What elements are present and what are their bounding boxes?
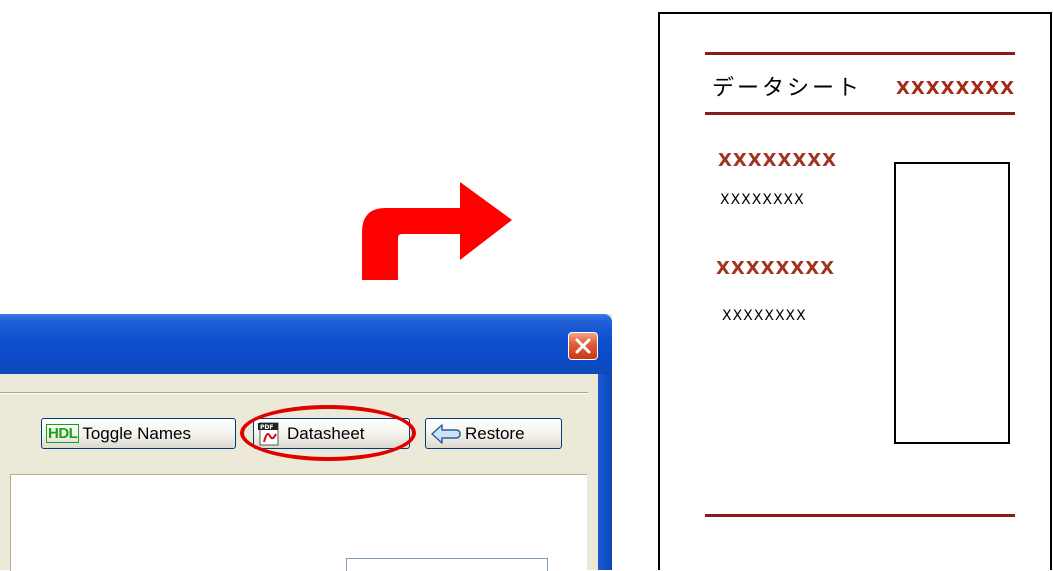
- doc-section-text: XXXXXXXX: [720, 192, 805, 208]
- toolbar-separator: [0, 392, 588, 394]
- application-window: HDL Toggle Names PDF Datasheet Restore: [0, 314, 612, 571]
- doc-section-heading: XXXXXXXX: [716, 258, 836, 279]
- datasheet-highlight-ellipse: [240, 405, 416, 461]
- toggle-names-label: Toggle Names: [82, 423, 191, 443]
- doc-top-rule: [705, 52, 1015, 55]
- doc-image-placeholder: [894, 162, 1010, 444]
- close-icon: [575, 338, 591, 354]
- panel-field[interactable]: [346, 558, 548, 571]
- doc-section-heading: XXXXXXXX: [718, 150, 838, 171]
- window-frame-right: [598, 374, 612, 570]
- toggle-names-button[interactable]: HDL Toggle Names: [41, 418, 236, 449]
- doc-title-rule: [705, 112, 1015, 115]
- content-panel: [10, 474, 587, 571]
- curved-arrow-icon: [362, 182, 512, 280]
- doc-bottom-rule: [705, 514, 1015, 517]
- close-button[interactable]: [568, 332, 598, 360]
- restore-button[interactable]: Restore: [425, 418, 562, 449]
- title-bar[interactable]: [0, 314, 612, 374]
- restore-arrow-icon: [431, 423, 461, 444]
- restore-label: Restore: [465, 423, 525, 443]
- doc-title: データシート: [712, 76, 863, 101]
- datasheet-document: データシート XXXXXXXX XXXXXXXX XXXXXXXX XXXXXX…: [658, 12, 1052, 570]
- doc-title-value: XXXXXXXX: [896, 78, 1016, 99]
- doc-section-text: XXXXXXXX: [722, 308, 807, 324]
- hdl-icon: HDL: [46, 424, 80, 443]
